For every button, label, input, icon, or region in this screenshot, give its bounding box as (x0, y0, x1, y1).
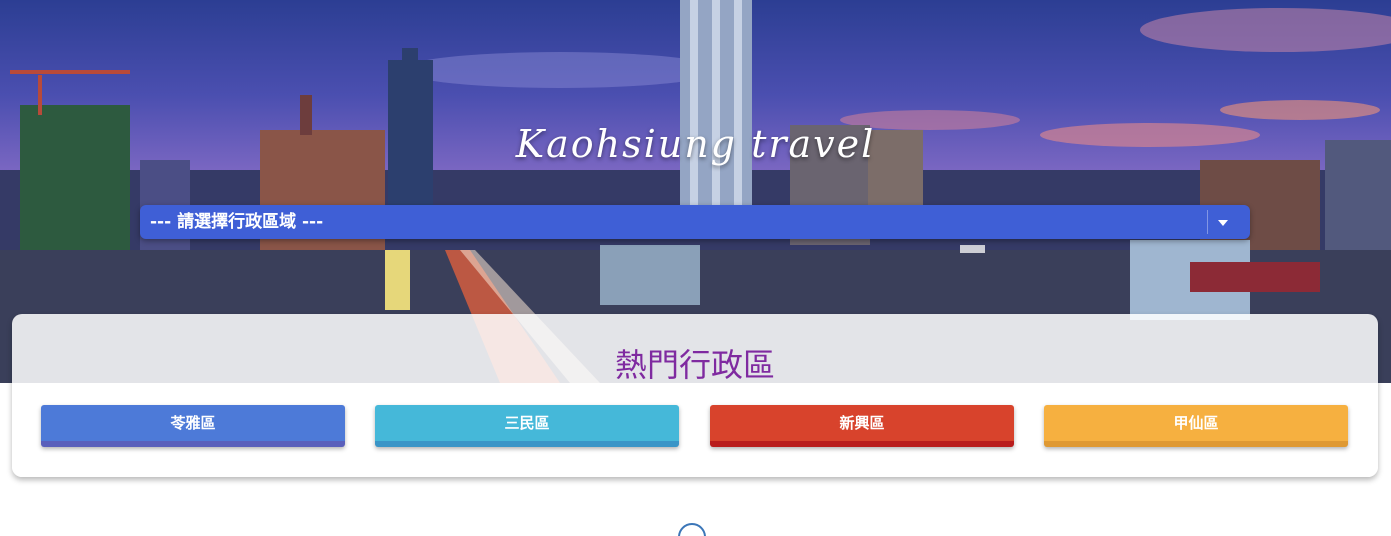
popular-districts-title: 熱門行政區 (614, 346, 775, 384)
district-button-sanmin[interactable]: 三民區 (375, 405, 679, 447)
page: Kaohsiung travel --- 請選擇行政區域 --- 熱門行政區 苓… (0, 0, 1391, 536)
popular-districts-card: 熱門行政區 苓雅區 三民區 新興區 甲仙區 (12, 314, 1378, 477)
district-button-xinxing[interactable]: 新興區 (710, 405, 1014, 447)
district-button-lingya[interactable]: 苓雅區 (41, 405, 345, 447)
district-button-jiaxian[interactable]: 甲仙區 (1044, 405, 1348, 447)
district-select[interactable]: --- 請選擇行政區域 --- (140, 205, 1250, 239)
select-divider (1207, 210, 1208, 234)
hero-title: Kaohsiung travel (515, 122, 876, 166)
scroll-down-circle-icon[interactable] (678, 523, 706, 536)
chevron-down-icon (1218, 220, 1228, 226)
district-select-value: --- 請選擇行政區域 --- (150, 212, 324, 232)
